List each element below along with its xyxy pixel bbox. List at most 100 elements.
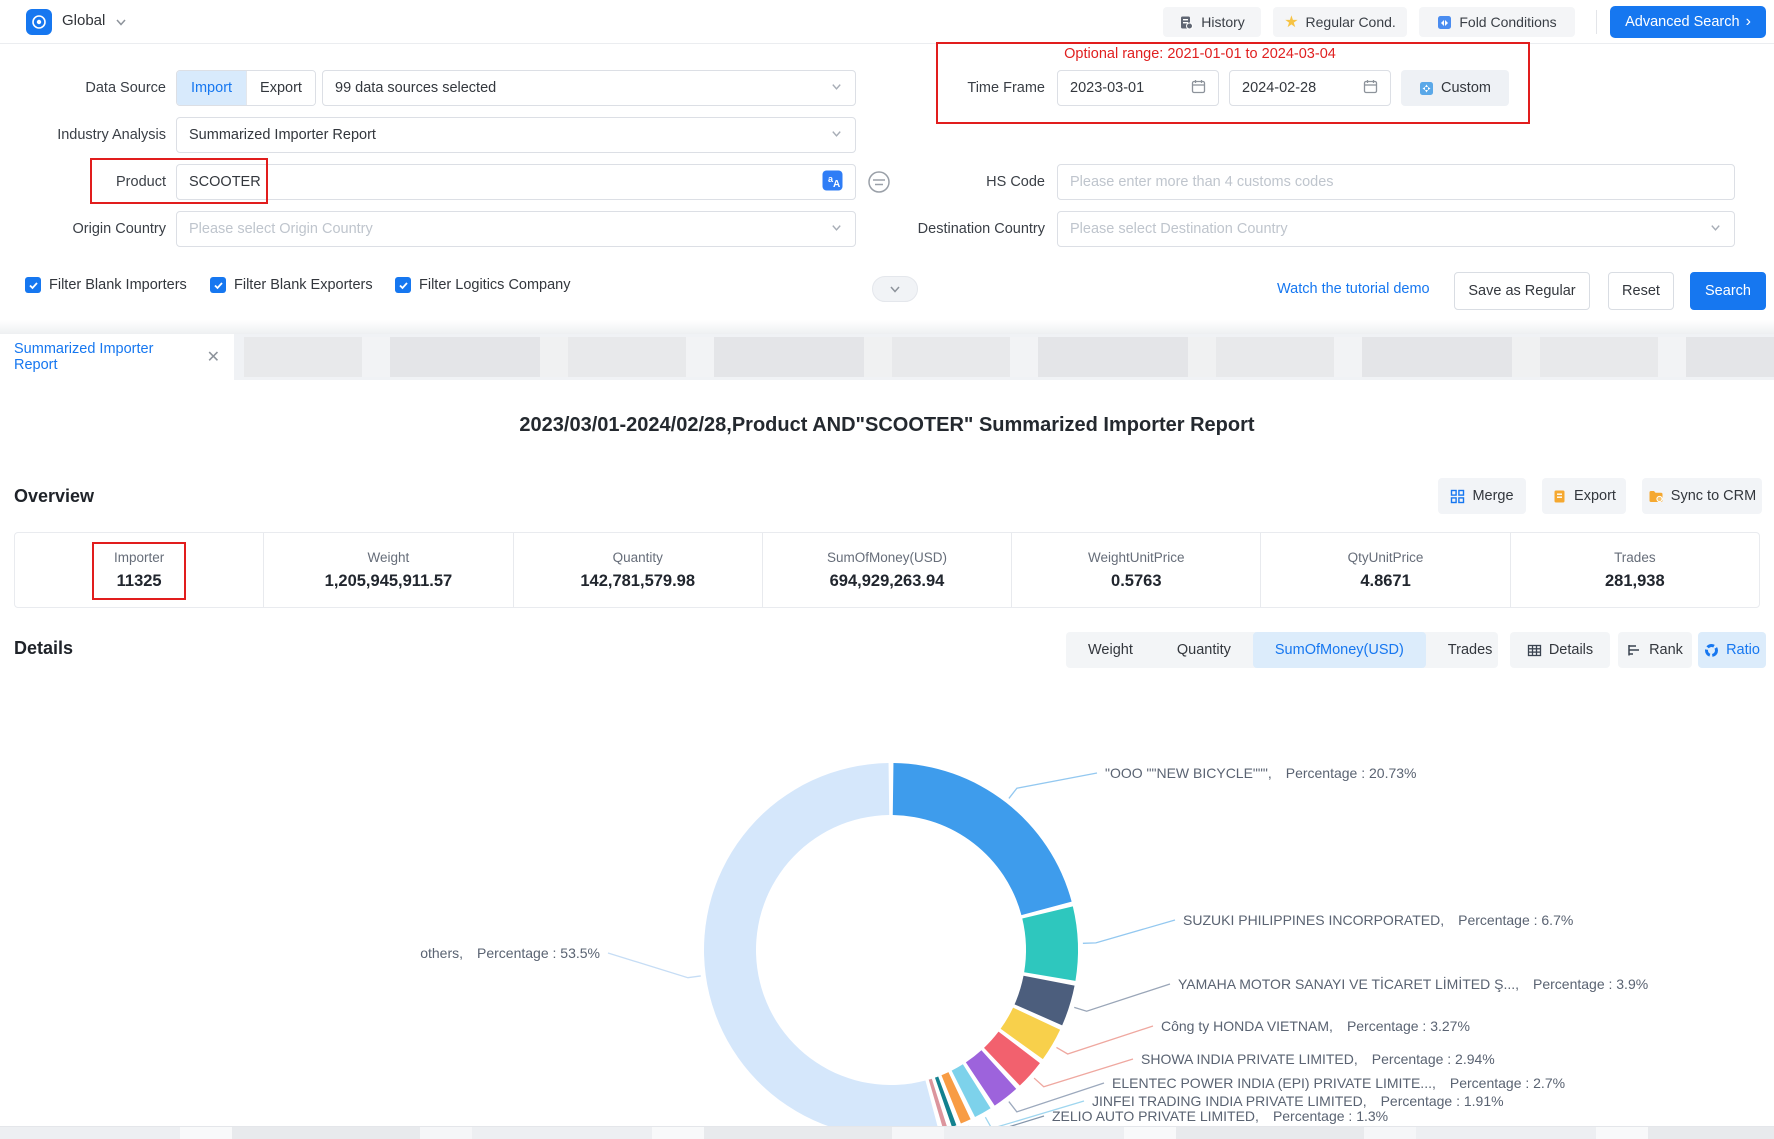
chart-label-percentage: Percentage : 3.27%: [1347, 1018, 1470, 1034]
stat-label: SumOfMoney(USD): [827, 550, 947, 565]
industry-analysis-label: Industry Analysis: [16, 117, 166, 153]
stat-label: Importer: [114, 550, 164, 565]
destination-country-placeholder: Please select Destination Country: [1070, 221, 1288, 237]
fold-conditions-label: Fold Conditions: [1459, 14, 1556, 30]
app-logo[interactable]: [26, 9, 52, 35]
chart-label-name: "OOO ""NEW BICYCLE""",: [1105, 765, 1272, 781]
chart-label-percentage: Percentage : 2.94%: [1372, 1051, 1495, 1067]
chart-label: SHOWA INDIA PRIVATE LIMITED,Percentage :…: [1141, 1049, 1495, 1069]
fold-conditions-button[interactable]: Fold Conditions: [1419, 7, 1575, 37]
close-icon[interactable]: ✕: [207, 347, 220, 367]
checkbox-label: Filter Blank Importers: [49, 277, 187, 293]
donut-slice-0[interactable]: [893, 763, 1072, 915]
chart-label: SUZUKI PHILIPPINES INCORPORATED,Percenta…: [1183, 910, 1573, 930]
merge-button[interactable]: Merge: [1438, 478, 1526, 514]
chart-label-percentage: Percentage : 53.5%: [477, 945, 600, 961]
label-line: [1009, 773, 1097, 798]
report-title: 2023/03/01-2024/02/28,Product AND"SCOOTE…: [0, 414, 1774, 437]
hs-code-input[interactable]: Please enter more than 4 customs codes: [1057, 164, 1735, 200]
custom-range-button[interactable]: Custom: [1401, 70, 1509, 106]
rank-icon: [1627, 643, 1642, 658]
save-as-regular-button[interactable]: Save as Regular: [1454, 272, 1590, 310]
tutorial-link[interactable]: Watch the tutorial demo: [1277, 281, 1430, 297]
stat-label: Weight: [368, 550, 410, 565]
view-rank-label: Rank: [1649, 642, 1683, 658]
chevron-down-icon: [830, 80, 843, 97]
custom-label: Custom: [1441, 80, 1491, 96]
fold-icon: [1437, 15, 1452, 30]
stat-value: 142,781,579.98: [580, 572, 695, 591]
metric-weight[interactable]: Weight: [1066, 632, 1155, 668]
industry-analysis-select[interactable]: Summarized Importer Report: [176, 117, 856, 153]
hs-code-label: HS Code: [895, 164, 1045, 200]
tab-summarized-importer-report[interactable]: Summarized Importer Report ✕: [0, 334, 234, 380]
advanced-search-button[interactable]: Advanced Search ›: [1610, 6, 1766, 38]
view-rank-button[interactable]: Rank: [1618, 632, 1692, 668]
region-selector[interactable]: Global: [62, 12, 105, 29]
chart-label-percentage: Percentage : 20.73%: [1286, 765, 1417, 781]
donut-slice-10[interactable]: [704, 763, 939, 1137]
merge-label: Merge: [1472, 488, 1513, 504]
chevron-down-icon[interactable]: [114, 15, 128, 34]
table-icon: [1527, 643, 1542, 658]
sync-to-crm-button[interactable]: Sync to CRM: [1642, 478, 1762, 514]
stat-label: QtyUnitPrice: [1348, 550, 1424, 565]
chart-label: others, Percentage : 53.5%: [420, 943, 600, 963]
stat-weight-unit-price: WeightUnitPrice 0.5763: [1012, 533, 1261, 607]
checkbox-label: Filter Blank Exporters: [234, 277, 373, 293]
collapse-conditions-button[interactable]: [872, 276, 918, 302]
data-sources-select[interactable]: 99 data sources selected: [322, 70, 856, 106]
search-button[interactable]: Search: [1690, 272, 1766, 310]
hs-code-placeholder: Please enter more than 4 customs codes: [1070, 174, 1334, 190]
history-button[interactable]: History: [1163, 7, 1261, 37]
chart-label-percentage: Percentage : 6.7%: [1458, 912, 1573, 928]
origin-country-select[interactable]: Please select Origin Country: [176, 211, 856, 247]
filter-logistics-checkbox[interactable]: Filter Logitics Company: [395, 277, 571, 293]
fuzzy-match-icon[interactable]: [866, 169, 892, 200]
view-details-button[interactable]: Details: [1510, 632, 1610, 668]
label-line: [1074, 984, 1170, 1011]
topbar-divider: [1596, 10, 1597, 34]
stat-label: Trades: [1614, 550, 1656, 565]
custom-icon: [1419, 81, 1434, 96]
label-line: [1056, 1026, 1153, 1054]
chart-label-name: ZELIO AUTO PRIVATE LIMITED,: [1052, 1108, 1259, 1124]
export-tab[interactable]: Export: [246, 71, 315, 105]
checkbox-label: Filter Logitics Company: [419, 277, 571, 293]
stat-weight: Weight 1,205,945,911.57: [264, 533, 513, 607]
star-icon: ★: [1284, 12, 1298, 32]
date-to-input[interactable]: 2024-02-28: [1229, 70, 1391, 106]
chart-label-name: others,: [420, 945, 463, 961]
date-from-input[interactable]: 2023-03-01: [1057, 70, 1219, 106]
chart-label-percentage: Percentage : 1.91%: [1381, 1093, 1504, 1109]
export-icon: [1552, 489, 1567, 504]
view-ratio-button[interactable]: Ratio: [1698, 632, 1766, 668]
history-label: History: [1201, 14, 1245, 30]
export-button[interactable]: Export: [1542, 478, 1626, 514]
metric-sum-of-money[interactable]: SumOfMoney(USD): [1253, 632, 1426, 668]
import-tab[interactable]: Import: [177, 71, 246, 105]
metric-trades[interactable]: Trades: [1426, 632, 1515, 668]
regular-cond-button[interactable]: ★ Regular Cond.: [1273, 7, 1407, 37]
overview-stats-card: Importer 11325 Weight 1,205,945,911.57 Q…: [14, 532, 1760, 608]
checkbox-checked-icon: [210, 277, 226, 293]
calendar-icon: [1363, 79, 1378, 98]
product-input[interactable]: SCOOTER a A: [176, 164, 856, 200]
metric-quantity[interactable]: Quantity: [1155, 632, 1253, 668]
chart-label: ZELIO AUTO PRIVATE LIMITED,Percentage : …: [1052, 1106, 1388, 1126]
destination-country-label: Destination Country: [865, 211, 1045, 247]
donut-slice-1[interactable]: [1022, 906, 1078, 980]
chart-label: Công ty HONDA VIETNAM,Percentage : 3.27%: [1161, 1016, 1470, 1036]
stat-value: 11325: [117, 572, 162, 591]
destination-country-select[interactable]: Please select Destination Country: [1057, 211, 1735, 247]
crm-folder-icon: [1648, 489, 1664, 504]
filter-blank-importers-checkbox[interactable]: Filter Blank Importers: [25, 277, 187, 293]
filter-blank-exporters-checkbox[interactable]: Filter Blank Exporters: [210, 277, 373, 293]
reset-button[interactable]: Reset: [1608, 272, 1674, 310]
translate-icon[interactable]: a A: [822, 170, 843, 195]
industry-analysis-value: Summarized Importer Report: [189, 127, 376, 143]
chevron-down-icon: [830, 221, 843, 238]
checkbox-checked-icon: [395, 277, 411, 293]
data-source-toggle: Import Export: [176, 70, 316, 106]
overview-heading: Overview: [14, 486, 94, 507]
